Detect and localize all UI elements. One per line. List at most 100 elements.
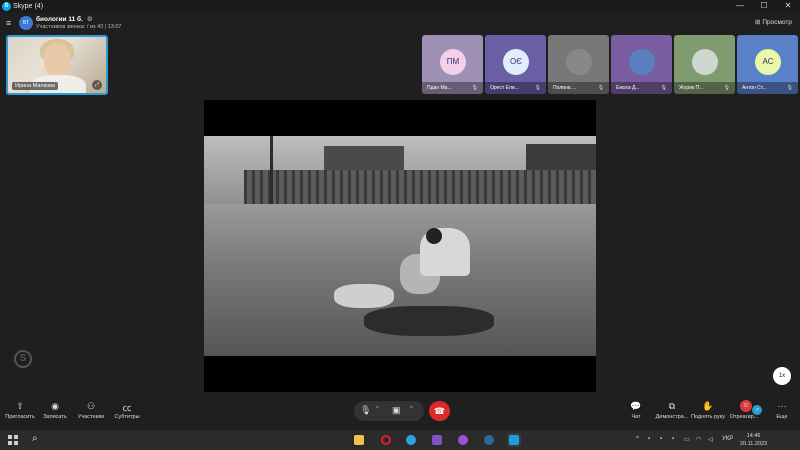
call-title[interactable]: биологии 11 б. ⚙ — [36, 15, 93, 23]
mic-muted-icon: 🎙 — [534, 85, 541, 91]
video-figure — [334, 284, 394, 308]
invite-label: Пригласить — [5, 414, 35, 420]
clock-date: 20.11.2023 — [740, 441, 768, 447]
captions-icon: ㏄ — [122, 403, 132, 413]
mic-muted-icon: 🎙 — [723, 85, 730, 91]
more-label: Еще — [776, 414, 788, 420]
self-video-tile[interactable]: Ирина Малкова ⤢ — [6, 35, 108, 95]
camera-off-icon[interactable]: ▣ — [392, 405, 401, 416]
record-button[interactable]: ◉ Записать — [35, 401, 75, 420]
participant-footer: Полина ... 🎙 — [548, 82, 609, 94]
steam-glyph — [484, 435, 494, 445]
mic-muted-icon: 🎙 — [786, 85, 793, 91]
opera-glyph — [381, 435, 391, 445]
participant-photo-avatar — [692, 49, 718, 75]
call-toolbar: ⇧ Пригласить ◉ Записать ⚇ Участники ㏄ Субтит… — [0, 395, 800, 429]
search-icon[interactable]: ⌕ — [32, 433, 38, 444]
language-indicator[interactable]: УКР — [722, 436, 733, 442]
participant-name: Полина ... — [553, 85, 577, 91]
participant-tile[interactable]: ОЄ Орест Ели... 🎙 — [485, 35, 546, 94]
skype-watermark-icon: S — [14, 350, 32, 368]
call-header: ≡ БТ биологии 11 б. ⚙ Участников звонка: … — [0, 12, 800, 34]
participant-tile[interactable]: АС Антон Ст... 🎙 — [737, 35, 798, 94]
participant-tile[interactable]: Полина ... 🎙 — [548, 35, 609, 94]
self-face-shape — [44, 43, 70, 77]
playback-speed-button[interactable]: 1x — [773, 367, 791, 385]
participant-footer: Орест Ели... 🎙 — [485, 82, 546, 94]
participant-tile[interactable]: ПМ Пдан Ма... 🎙 — [422, 35, 483, 94]
video-figure — [364, 306, 494, 336]
maximize-button[interactable]: ☐ — [752, 0, 776, 12]
react-label: Отреагир... — [729, 414, 759, 420]
skype-taskbar-icon[interactable] — [507, 433, 521, 447]
participant-name: Жорик П... — [679, 85, 704, 91]
shared-screen-stage[interactable] — [204, 100, 596, 392]
mic-options-chevron-icon[interactable]: ^ — [376, 406, 379, 412]
view-mode-label: Просмотр — [762, 19, 792, 26]
participant-tile[interactable]: Ежоха Д... 🎙 — [611, 35, 672, 94]
settings-gear-icon[interactable]: ⚙ — [87, 16, 93, 23]
battery-icon[interactable]: ▭ — [684, 436, 690, 443]
participant-tile[interactable]: Жорик П... 🎙 — [674, 35, 735, 94]
chat-button[interactable]: 💬 Чат — [616, 401, 656, 420]
opera-taskbar-icon[interactable] — [379, 433, 393, 447]
screen-share-button[interactable]: ⧉ Демонстра... — [652, 401, 692, 420]
system-clock[interactable]: 14:46 20.11.2023 — [740, 432, 767, 448]
viber-glyph — [432, 435, 442, 445]
windows-start-icon[interactable] — [8, 435, 18, 445]
tray-app-icon[interactable]: ▪ — [672, 436, 674, 442]
mic-muted-icon: 🎙 — [471, 85, 478, 91]
participant-footer: Жорик П... 🎙 — [674, 82, 735, 94]
participant-name: Ежоха Д... — [616, 85, 640, 91]
record-icon: ◉ — [51, 401, 59, 411]
more-icon: ··· — [777, 401, 787, 411]
viber-taskbar-icon[interactable] — [430, 433, 444, 447]
mic-muted-icon: 🎙 — [597, 85, 604, 91]
telegram-taskbar-icon[interactable] — [404, 433, 418, 447]
phone-hangup-icon: ☎ — [433, 406, 446, 416]
camera-options-chevron-icon[interactable]: ^ — [410, 406, 413, 412]
more-button[interactable]: ··· Еще — [762, 401, 800, 420]
file-explorer-taskbar-icon[interactable] — [352, 433, 366, 447]
group-avatar[interactable]: БТ — [19, 16, 33, 30]
invite-button[interactable]: ⇧ Пригласить — [0, 401, 40, 420]
close-button[interactable]: ✕ — [776, 0, 800, 12]
raise-hand-button[interactable]: ✋ Поднять руку — [688, 401, 728, 420]
hang-up-button[interactable]: ☎ — [429, 401, 450, 421]
call-subtitle: Участников звонка: / из 43 | 13:07 — [36, 24, 122, 30]
react-icon: ☺ — [740, 400, 752, 412]
messenger-taskbar-icon[interactable] — [456, 433, 470, 447]
participant-name: Пдан Ма... — [427, 85, 452, 91]
share-icon: ⇧ — [16, 401, 24, 411]
tray-chevron-icon[interactable]: ^ — [636, 436, 639, 442]
call-title-text: биологии 11 б. — [36, 16, 83, 23]
participants-button[interactable]: ⚇ Участники — [71, 401, 111, 420]
screen-share-icon: ⧉ — [668, 401, 676, 411]
self-name-label: Ирина Малкова — [12, 82, 59, 90]
tray-app-icon[interactable]: ▪ — [660, 436, 662, 442]
captions-button[interactable]: ㏄ Субтитры — [107, 401, 147, 420]
messenger-glyph — [458, 435, 468, 445]
skype-glyph — [509, 435, 519, 445]
view-mode-button[interactable]: ⊞ Просмотр — [755, 18, 792, 26]
participant-name: Орест Ели... — [490, 85, 519, 91]
captions-label: Субтитры — [114, 414, 140, 420]
chat-label: Чат — [631, 414, 641, 420]
wifi-icon[interactable]: ◠ — [696, 436, 701, 443]
steam-taskbar-icon[interactable] — [482, 433, 496, 447]
participant-footer: Антон Ст... 🎙 — [737, 82, 798, 94]
raise-hand-icon: ✋ — [702, 401, 714, 411]
participant-footer: Ежоха Д... 🎙 — [611, 82, 672, 94]
file-explorer-glyph — [354, 435, 364, 445]
tray-app-icon[interactable]: ▪ — [648, 436, 650, 442]
volume-icon[interactable]: ◁ — [708, 436, 713, 443]
mic-muted-icon[interactable]: 🎙 — [360, 405, 371, 416]
video-pole — [270, 136, 273, 206]
expand-icon[interactable]: ⤢ — [92, 80, 102, 90]
hamburger-menu-icon[interactable]: ≡ — [6, 18, 11, 28]
record-label: Записать — [43, 414, 67, 420]
participants-icon: ⚇ — [86, 401, 96, 411]
minimize-button[interactable]: — — [728, 0, 752, 12]
participant-initials-avatar: ОЄ — [503, 49, 529, 75]
shared-video-frame — [204, 136, 596, 356]
